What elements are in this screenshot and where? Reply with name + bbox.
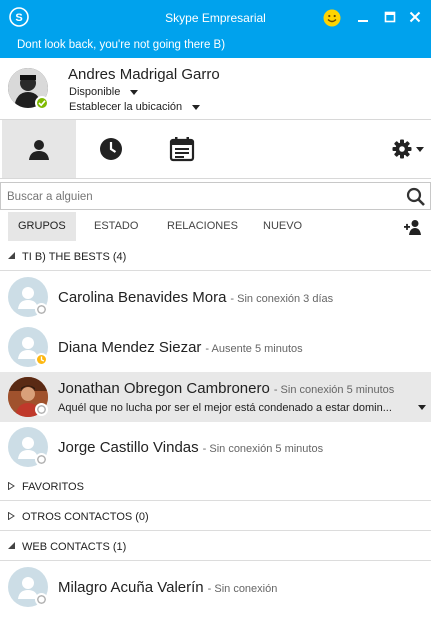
available-presence-icon <box>35 96 49 110</box>
chevron-down-icon <box>192 104 201 110</box>
offline-presence-icon <box>35 593 48 606</box>
offline-presence-icon <box>35 303 48 316</box>
tab-status[interactable]: ESTADO <box>84 212 148 241</box>
title-bar: S Skype Empresarial <box>0 0 431 36</box>
group-label: WEB CONTACTS (1) <box>22 541 127 553</box>
contact-status: - Sin conexión 5 minutos <box>273 384 395 396</box>
close-icon <box>409 11 421 23</box>
search-input[interactable] <box>7 187 387 207</box>
options-menu-button[interactable] <box>385 120 431 178</box>
location-label: Establecer la ubicación <box>69 101 183 113</box>
contact-item-selected[interactable]: Jonathan Obregon Cambronero - Sin conexió… <box>0 372 431 422</box>
location-dropdown[interactable]: Establecer la ubicación <box>69 101 201 113</box>
contact-name: Diana Mendez Siezar <box>58 339 202 356</box>
personal-note-text: Dont look back, you're not going there B… <box>17 39 226 51</box>
chevron-down-icon <box>130 89 139 95</box>
contact-name-line: Carolina Benavides Mora - Sin conexión 3 … <box>58 289 333 306</box>
maximize-icon <box>384 11 396 23</box>
group-header-otros-contactos[interactable]: OTROS CONTACTOS (0) <box>0 502 431 531</box>
contact-name: Jonathan Obregon Cambronero <box>58 380 270 397</box>
contact-status: - Ausente 5 minutos <box>205 343 303 355</box>
presence-status-dropdown[interactable]: Disponible <box>69 86 139 98</box>
presence-status-label: Disponible <box>69 86 121 98</box>
contact-item[interactable]: Carolina Benavides Mora - Sin conexión 3 … <box>0 272 431 322</box>
contact-status: - Sin conexión <box>207 583 278 595</box>
user-name: Andres Madrigal Garro <box>68 66 220 83</box>
group-header-web-contacts[interactable]: WEB CONTACTS (1) <box>0 532 431 561</box>
expand-arrow-icon <box>8 512 15 520</box>
tab-meetings[interactable] <box>145 120 219 178</box>
history-clock-icon <box>100 138 122 160</box>
smiley-emoticon-icon[interactable] <box>323 9 341 27</box>
contact-name-line: Milagro Acuña Valerín - Sin conexión <box>58 579 277 596</box>
minimize-button[interactable] <box>352 6 374 28</box>
away-presence-icon <box>35 353 48 366</box>
chevron-down-icon[interactable] <box>418 405 426 410</box>
tab-groups[interactable]: GRUPOS <box>8 212 76 241</box>
gear-icon <box>392 139 412 159</box>
chevron-down-icon <box>416 146 424 152</box>
tab-conversations[interactable] <box>74 120 148 178</box>
contact-name: Milagro Acuña Valerín <box>58 579 204 596</box>
minimize-icon <box>358 20 368 22</box>
close-button[interactable] <box>404 6 426 28</box>
tab-new[interactable]: NUEVO <box>253 212 312 241</box>
contact-personal-note: Aquél que no lucha por ser el mejor está… <box>58 402 392 414</box>
contact-name-line: Jorge Castillo Vindas - Sin conexión 5 mi… <box>58 439 323 456</box>
group-label: TI B) THE BESTS (4) <box>22 251 127 263</box>
group-label: OTROS CONTACTOS (0) <box>22 511 149 523</box>
personal-note-banner[interactable]: Dont look back, you're not going there B… <box>0 36 431 66</box>
contact-name-line: Jonathan Obregon Cambronero - Sin conexió… <box>58 380 394 397</box>
contact-item[interactable]: Diana Mendez Siezar - Ausente 5 minutos <box>0 322 431 372</box>
contacts-icon <box>29 140 49 160</box>
collapse-arrow-icon <box>8 542 15 549</box>
contact-status: - Sin conexión 3 días <box>230 293 334 305</box>
tab-relationships[interactable]: RELACIONES <box>157 212 248 241</box>
contact-item[interactable]: Milagro Acuña Valerín - Sin conexión <box>0 562 431 612</box>
offline-presence-icon <box>35 403 48 416</box>
contact-name: Carolina Benavides Mora <box>58 289 227 306</box>
maximize-button[interactable] <box>379 6 401 28</box>
offline-presence-icon <box>35 453 48 466</box>
expand-arrow-icon <box>8 482 15 490</box>
contact-name-line: Diana Mendez Siezar - Ausente 5 minutos <box>58 339 303 356</box>
contact-item[interactable]: Jorge Castillo Vindas - Sin conexión 5 mi… <box>0 422 431 472</box>
search-icon[interactable] <box>406 187 426 207</box>
tab-contacts[interactable] <box>2 120 76 178</box>
search-box <box>0 182 431 210</box>
contact-filter-tabs: GRUPOS ESTADO RELACIONES NUEVO <box>0 212 431 241</box>
add-contact-icon[interactable] <box>404 219 422 235</box>
group-label: FAVORITOS <box>22 481 84 493</box>
group-header-ti-the-bests[interactable]: TI B) THE BESTS (4) <box>0 242 431 271</box>
main-toolbar <box>0 120 431 179</box>
group-header-favoritos[interactable]: FAVORITOS <box>0 472 431 501</box>
contact-name: Jorge Castillo Vindas <box>58 439 199 456</box>
contact-status: - Sin conexión 5 minutos <box>202 443 324 455</box>
collapse-arrow-icon <box>8 252 15 259</box>
meetings-calendar-icon <box>169 137 195 162</box>
profile-header: Andres Madrigal Garro Disponible Estable… <box>0 58 431 120</box>
